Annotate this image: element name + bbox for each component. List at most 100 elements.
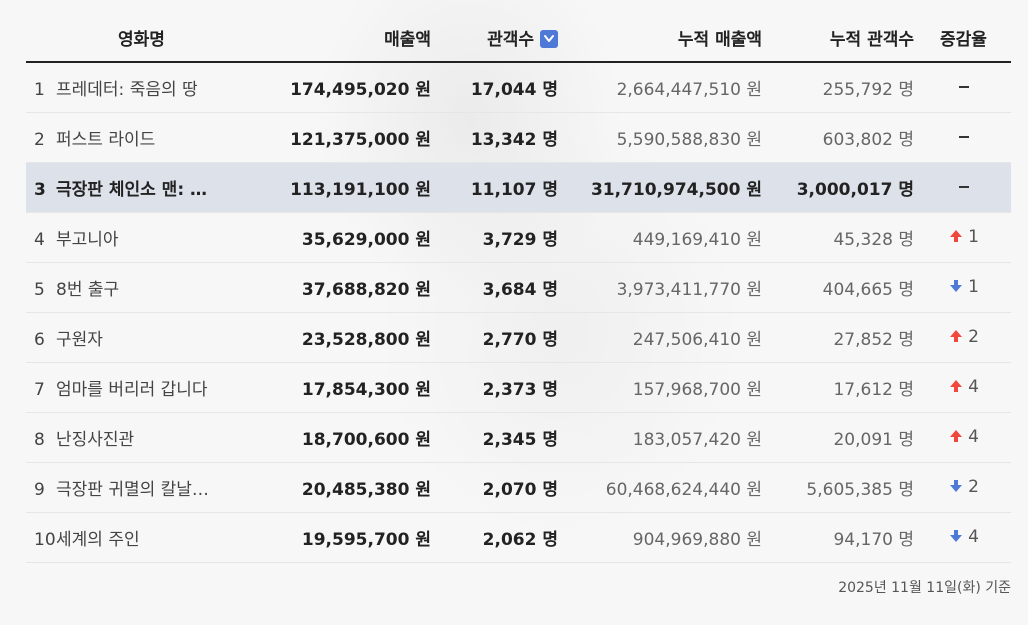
cum-audience-cell: 5,605,385 명 <box>768 462 916 513</box>
arrow-down-icon <box>948 528 964 549</box>
movie-title-cell[interactable]: 8 난징사진관 <box>26 412 266 463</box>
header-cum-audience[interactable]: 누적 관객수 <box>768 14 916 63</box>
cum-audience-cell: 17,612 명 <box>768 362 916 413</box>
movie-title-cell[interactable]: 4 부고니아 <box>26 212 266 263</box>
header-cum-sales[interactable]: 누적 매출액 <box>566 14 768 63</box>
audience-cell: 3,684 명 <box>431 262 566 313</box>
movie-title[interactable]: 퍼스트 라이드 <box>56 130 155 150</box>
audience-cell: 11,107 명 <box>431 162 566 213</box>
header-sales[interactable]: 매출액 <box>266 14 431 63</box>
header-row: 영화명 매출액 관객수 누적 매출액 누적 관객수 증감율 <box>26 14 1011 63</box>
header-title[interactable]: 영화명 <box>26 14 266 63</box>
cum-audience-cell: 94,170 명 <box>768 512 916 563</box>
cum-audience-cell: 3,000,017 명 <box>768 162 916 213</box>
rank-number: 3 <box>34 180 46 200</box>
movie-title[interactable]: 극장판 체인소 맨: … <box>56 180 207 200</box>
movie-title[interactable]: 난징사진관 <box>56 430 134 450</box>
sales-cell: 20,485,380 원 <box>266 462 431 513</box>
audience-cell: 13,342 명 <box>431 112 566 163</box>
dash-icon <box>958 85 969 88</box>
change-value: 4 <box>968 376 979 397</box>
rank-number: 8 <box>34 430 45 450</box>
cum-audience-cell: 27,852 명 <box>768 312 916 363</box>
audience-cell: 2,373 명 <box>431 362 566 413</box>
cum-audience-cell: 603,802 명 <box>768 112 916 163</box>
movie-title-cell[interactable]: 9 극장판 귀멸의 칼날… <box>26 462 266 513</box>
table-row[interactable]: 3 극장판 체인소 맨: … 113,191,100 원 11,107 명 31,710… <box>26 162 1011 213</box>
table-row[interactable]: 6 구원자 23,528,800 원 2,770 명 247,506,410 원 27,8… <box>26 312 1011 363</box>
arrow-down-icon <box>948 278 964 299</box>
table-row[interactable]: 10세계의 주인 19,595,700 원 2,062 명 904,969,880 원… <box>26 512 1011 563</box>
audience-cell: 2,770 명 <box>431 312 566 363</box>
cum-sales-cell: 904,969,880 원 <box>566 512 768 563</box>
change-value: 4 <box>968 526 979 547</box>
change-cell: 1 <box>916 262 1011 313</box>
table-row[interactable]: 1 프레데터: 죽음의 땅 174,495,020 원 17,044 명 2,664,4… <box>26 62 1011 113</box>
cum-audience-cell: 20,091 명 <box>768 412 916 463</box>
rank-number: 7 <box>34 380 45 400</box>
table-header: 영화명 매출액 관객수 누적 매출액 누적 관객수 증감율 <box>26 14 1011 63</box>
movie-title-cell[interactable]: 2 퍼스트 라이드 <box>26 112 266 163</box>
cum-audience-cell: 45,328 명 <box>768 212 916 263</box>
change-value: 2 <box>968 476 979 497</box>
header-audience-label: 관객수 <box>487 30 534 50</box>
change-cell: 4 <box>916 512 1011 563</box>
change-value: 1 <box>968 276 979 297</box>
rank-number: 1 <box>34 80 45 100</box>
sales-cell: 18,700,600 원 <box>266 412 431 463</box>
movie-title-cell[interactable]: 10세계의 주인 <box>26 512 266 563</box>
movie-title[interactable]: 8번 출구 <box>56 280 119 300</box>
table-row[interactable]: 2 퍼스트 라이드 121,375,000 원 13,342 명 5,590,588,8… <box>26 112 1011 163</box>
sales-cell: 113,191,100 원 <box>266 162 431 213</box>
table-row[interactable]: 9 극장판 귀멸의 칼날… 20,485,380 원 2,070 명 60,468,62… <box>26 462 1011 513</box>
movie-title[interactable]: 세계의 주인 <box>56 530 140 550</box>
movie-title-cell[interactable]: 6 구원자 <box>26 312 266 363</box>
sales-cell: 121,375,000 원 <box>266 112 431 163</box>
movie-title-cell[interactable]: 7 엄마를 버리러 갑니다 <box>26 362 266 413</box>
audience-cell: 17,044 명 <box>431 62 566 113</box>
chevron-down-icon[interactable] <box>540 30 558 48</box>
change-cell: 2 <box>916 312 1011 363</box>
cum-sales-cell: 2,664,447,510 원 <box>566 62 768 113</box>
cum-sales-cell: 157,968,700 원 <box>566 362 768 413</box>
cum-sales-cell: 3,973,411,770 원 <box>566 262 768 313</box>
header-change[interactable]: 증감율 <box>916 14 1011 63</box>
cum-audience-cell: 404,665 명 <box>768 262 916 313</box>
change-cell: 4 <box>916 362 1011 413</box>
sales-cell: 19,595,700 원 <box>266 512 431 563</box>
change-cell <box>916 62 1011 113</box>
movie-title-cell[interactable]: 3 극장판 체인소 맨: … <box>26 162 266 213</box>
movie-title[interactable]: 엄마를 버리러 갑니다 <box>56 380 208 400</box>
audience-cell: 2,345 명 <box>431 412 566 463</box>
dash-icon <box>958 135 969 138</box>
table-row[interactable]: 8 난징사진관 18,700,600 원 2,345 명 183,057,420 원 20… <box>26 412 1011 463</box>
change-value: 4 <box>968 426 979 447</box>
movie-title[interactable]: 부고니아 <box>56 230 119 250</box>
audience-cell: 3,729 명 <box>431 212 566 263</box>
audience-cell: 2,062 명 <box>431 512 566 563</box>
cum-sales-cell: 183,057,420 원 <box>566 412 768 463</box>
arrow-down-icon <box>948 478 964 499</box>
movie-title-cell[interactable]: 1 프레데터: 죽음의 땅 <box>26 62 266 113</box>
change-value: 1 <box>968 226 979 247</box>
movie-title[interactable]: 구원자 <box>56 330 103 350</box>
movie-title[interactable]: 프레데터: 죽음의 땅 <box>56 80 198 100</box>
rank-number: 4 <box>34 230 45 250</box>
table-row[interactable]: 4 부고니아 35,629,000 원 3,729 명 449,169,410 원 45,… <box>26 212 1011 263</box>
rank-number: 2 <box>34 130 45 150</box>
cum-sales-cell: 31,710,974,500 원 <box>566 162 768 213</box>
movie-title[interactable]: 극장판 귀멸의 칼날… <box>56 480 209 500</box>
sales-cell: 174,495,020 원 <box>266 62 431 113</box>
movie-title-cell[interactable]: 5 8번 출구 <box>26 262 266 313</box>
sales-cell: 23,528,800 원 <box>266 312 431 363</box>
change-cell: 1 <box>916 212 1011 263</box>
change-value: 2 <box>968 326 979 347</box>
rank-number: 5 <box>34 280 45 300</box>
change-cell <box>916 112 1011 163</box>
header-audience[interactable]: 관객수 <box>431 14 566 63</box>
sales-cell: 35,629,000 원 <box>266 212 431 263</box>
rank-number: 6 <box>34 330 45 350</box>
arrow-up-icon <box>948 378 964 399</box>
table-row[interactable]: 5 8번 출구 37,688,820 원 3,684 명 3,973,411,770 원… <box>26 262 1011 313</box>
table-row[interactable]: 7 엄마를 버리러 갑니다 17,854,300 원 2,373 명 157,968,7… <box>26 362 1011 413</box>
